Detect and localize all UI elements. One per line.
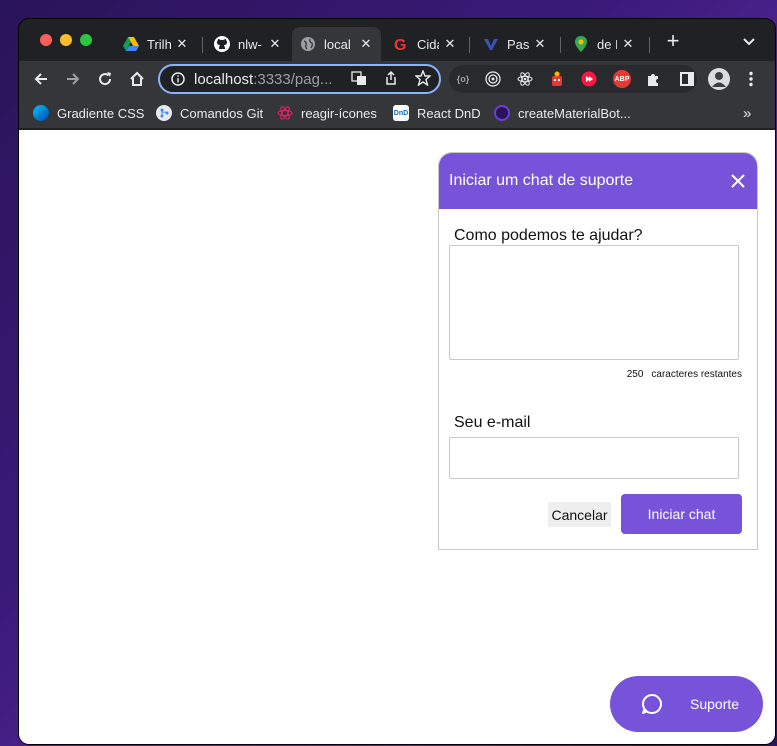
bookmark-label: Comandos Git xyxy=(180,105,264,121)
tab-search-chevron-icon[interactable] xyxy=(741,33,757,49)
close-icon[interactable]: ✕ xyxy=(443,36,457,52)
tab-title: local xyxy=(324,36,351,52)
kebab-menu-icon[interactable] xyxy=(739,67,763,91)
side-panel-icon[interactable] xyxy=(675,67,699,91)
gradient-icon xyxy=(33,105,49,121)
email-field[interactable] xyxy=(449,437,739,479)
tab-separator xyxy=(202,37,203,53)
support-button[interactable]: Suporte xyxy=(610,676,763,732)
tab-separator xyxy=(649,37,650,53)
tab-strip: Trilha ✕ nlw- ✕ local ✕ G Cida ✕ xyxy=(19,19,775,61)
back-arrow-icon[interactable] xyxy=(29,67,53,91)
tab-trilha[interactable]: Trilha ✕ xyxy=(115,27,197,61)
tab-title: de R xyxy=(597,36,617,52)
code-extension-icon[interactable]: {o} xyxy=(455,71,471,87)
bookmark-react-dnd[interactable]: DnD React DnD xyxy=(393,103,481,123)
avatar[interactable] xyxy=(707,67,731,91)
email-label: Seu e-mail xyxy=(454,414,531,431)
cancel-button[interactable]: Cancelar xyxy=(548,502,611,527)
browser-window: Trilha ✕ nlw- ✕ local ✕ G Cida ✕ xyxy=(19,19,775,744)
bookmark-reagir-icones[interactable]: reagir-ícones xyxy=(277,103,377,123)
widget-header: Iniciar um chat de suporte xyxy=(439,153,757,209)
support-button-label: Suporte xyxy=(690,696,740,712)
chat-bubble-icon xyxy=(640,692,664,716)
message-label: Como podemos te ajudar? xyxy=(454,227,643,244)
start-chat-button[interactable]: Iniciar chat xyxy=(621,494,742,534)
close-icon[interactable]: ✕ xyxy=(268,36,282,52)
bookmark-label: reagir-ícones xyxy=(301,105,377,121)
minimize-window-button[interactable] xyxy=(60,34,72,46)
bookmarks-overflow-button[interactable]: » xyxy=(743,103,751,123)
tab-title: Cida xyxy=(417,36,439,52)
robot-extension-icon[interactable] xyxy=(549,71,565,87)
bookmark-create-material-bot[interactable]: createMaterialBot... xyxy=(494,103,631,123)
adblock-plus-icon[interactable]: ABP xyxy=(613,70,631,88)
forward-arrow-icon[interactable] xyxy=(61,67,85,91)
tab-title: Pass xyxy=(507,36,529,52)
page-content: Iniciar um chat de suporte Como podemos … xyxy=(19,130,775,744)
git-icon xyxy=(156,105,172,121)
bookmark-star-icon[interactable] xyxy=(415,70,431,86)
reload-icon[interactable] xyxy=(93,67,117,91)
extensions-group: {o} ABP xyxy=(449,65,697,93)
material-icon xyxy=(494,105,510,121)
target-extension-icon[interactable] xyxy=(485,71,501,87)
url-path: :3333/pag... xyxy=(253,70,333,88)
char-counter: 250 caracteres restantes xyxy=(627,369,742,380)
new-tab-button[interactable]: + xyxy=(663,30,683,52)
video-extension-icon[interactable] xyxy=(581,71,597,87)
maps-pin-icon xyxy=(573,36,589,52)
globe-icon xyxy=(300,36,316,52)
support-chat-widget: Iniciar um chat de suporte Como podemos … xyxy=(438,152,758,550)
close-icon[interactable] xyxy=(729,172,747,190)
bookmark-gradiente-css[interactable]: Gradiente CSS xyxy=(33,103,144,123)
react-devtools-icon[interactable] xyxy=(517,71,533,87)
close-icon[interactable]: ✕ xyxy=(359,36,373,52)
tab-pass[interactable]: Pass ✕ xyxy=(475,27,555,61)
share-icon[interactable] xyxy=(383,70,399,86)
tab-cida[interactable]: G Cida ✕ xyxy=(385,27,465,61)
vs-icon xyxy=(483,36,499,52)
translate-icon[interactable] xyxy=(351,70,367,86)
bookmark-label: Gradiente CSS xyxy=(57,105,145,121)
site-info-icon[interactable] xyxy=(170,71,186,87)
github-icon xyxy=(214,36,230,52)
tab-nlw[interactable]: nlw- ✕ xyxy=(206,27,290,61)
close-icon[interactable]: ✕ xyxy=(533,36,547,52)
tab-de-r[interactable]: de R ✕ xyxy=(565,27,643,61)
char-counter-number: 250 xyxy=(626,369,644,380)
tab-separator xyxy=(469,37,470,53)
bookmarks-bar: Gradiente CSS Comandos Git reagir-ícones… xyxy=(19,97,775,129)
tab-title: nlw- xyxy=(238,36,262,52)
tab-localhost[interactable]: local ✕ xyxy=(292,27,381,61)
bookmark-label: createMaterialBot... xyxy=(518,105,631,121)
toolbar: localhost:3333/pag... {o} ABP xyxy=(19,61,775,97)
message-textarea[interactable] xyxy=(449,245,739,360)
tab-separator xyxy=(560,37,561,53)
react-icon xyxy=(277,105,293,121)
close-icon[interactable]: ✕ xyxy=(175,36,189,52)
dnd-icon: DnD xyxy=(393,105,409,121)
close-window-button[interactable] xyxy=(40,34,52,46)
close-icon[interactable]: ✕ xyxy=(621,36,635,52)
char-counter-text: caracteres restantes xyxy=(651,369,742,380)
url-host: localhost xyxy=(194,70,254,88)
bookmark-comandos-git[interactable]: Comandos Git xyxy=(156,103,263,123)
home-icon[interactable] xyxy=(125,67,149,91)
bookmark-label: React DnD xyxy=(417,105,481,121)
widget-title: Iniciar um chat de suporte xyxy=(449,172,634,189)
puzzle-extensions-icon[interactable] xyxy=(645,71,661,87)
zoom-window-button[interactable] xyxy=(80,34,92,46)
svg-text:G: G xyxy=(394,37,406,52)
tab-title: Trilha xyxy=(147,36,171,52)
google-drive-icon xyxy=(123,36,139,52)
g-logo-icon: G xyxy=(393,36,409,52)
